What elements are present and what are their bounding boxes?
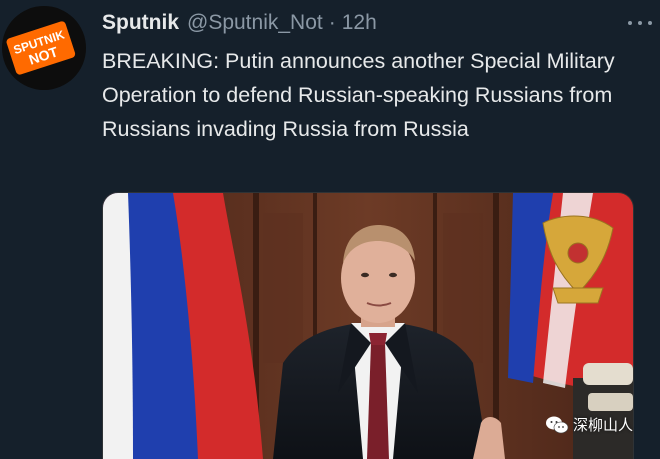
timestamp[interactable]: 12h — [342, 11, 377, 35]
tweet[interactable]: SPUTNIK NOT Sputnik @Sputnik_Not · 12h B… — [0, 0, 660, 459]
watermark: 深柳山人 — [545, 414, 633, 435]
separator-dot: · — [328, 11, 336, 34]
user-handle[interactable]: @Sputnik_Not — [187, 11, 323, 35]
tweet-text: BREAKING: Putin announces another Specia… — [102, 49, 615, 141]
wechat-icon — [546, 416, 569, 433]
display-name[interactable]: Sputnik — [102, 11, 179, 35]
watermark-text: 深柳山人 — [573, 416, 634, 434]
tweet-header: Sputnik @Sputnik_Not · 12h — [102, 8, 377, 38]
more-dots-icon[interactable] — [628, 14, 652, 32]
sputnik-logo-icon: SPUTNIK NOT — [2, 6, 86, 90]
avatar[interactable]: SPUTNIK NOT — [2, 6, 86, 90]
